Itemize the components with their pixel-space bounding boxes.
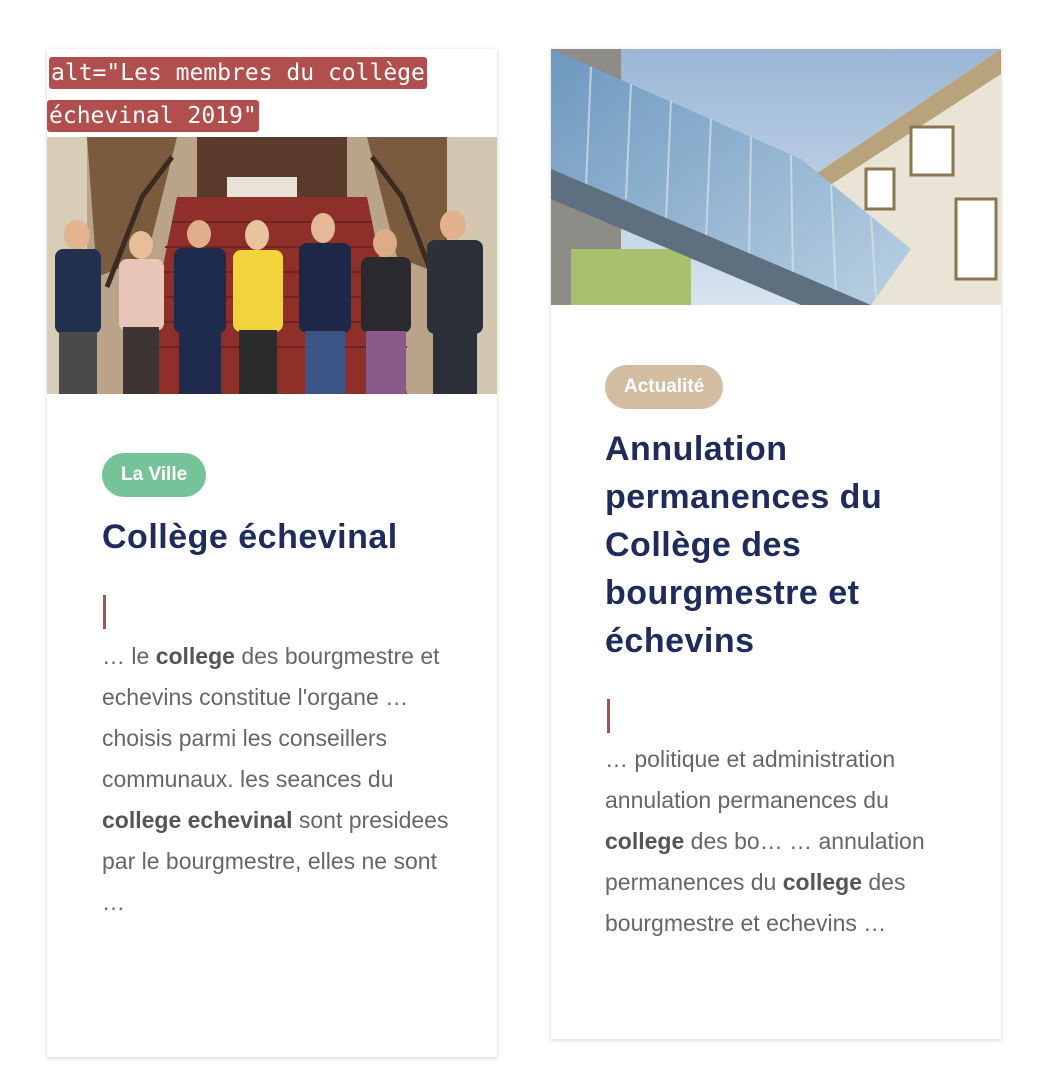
search-result-card-annulation-permanences[interactable]: Actualité Annulation permanences du Coll…	[551, 49, 1001, 1039]
excerpt-text: … politique et administration annulation…	[605, 746, 896, 813]
highlighted-term: college	[155, 643, 235, 669]
card-title[interactable]: Annulation permanences du Collège des bo…	[605, 425, 935, 665]
group-photo-illustration	[47, 137, 497, 394]
category-badge[interactable]: Actualité	[605, 365, 724, 409]
highlighted-term: college	[605, 828, 685, 854]
group-photo-image[interactable]	[47, 137, 497, 394]
footbridge-illustration	[551, 49, 1001, 305]
image-alt-text-line: échevinal 2019"	[47, 100, 259, 132]
image-alt-text-line: alt="Les membres du collège	[49, 57, 427, 89]
highlighted-term: college echevinal	[102, 807, 293, 833]
accent-divider	[103, 595, 106, 629]
image-alt-text-overlay: alt="Les membres du collège échevinal 20…	[47, 49, 452, 137]
search-result-card-college-echevinal[interactable]: alt="Les membres du collège échevinal 20…	[47, 49, 497, 1057]
accent-divider	[607, 699, 610, 733]
excerpt-text: … le	[102, 643, 156, 669]
category-badge[interactable]: La Ville	[102, 453, 207, 497]
card-excerpt: … politique et administration annulation…	[605, 739, 950, 944]
card-title[interactable]: Collège échevinal	[102, 513, 482, 561]
footbridge-building-image[interactable]	[551, 49, 1001, 305]
highlighted-term: college	[782, 869, 862, 895]
card-excerpt: … le college des bourgmestre et echevins…	[102, 636, 452, 923]
